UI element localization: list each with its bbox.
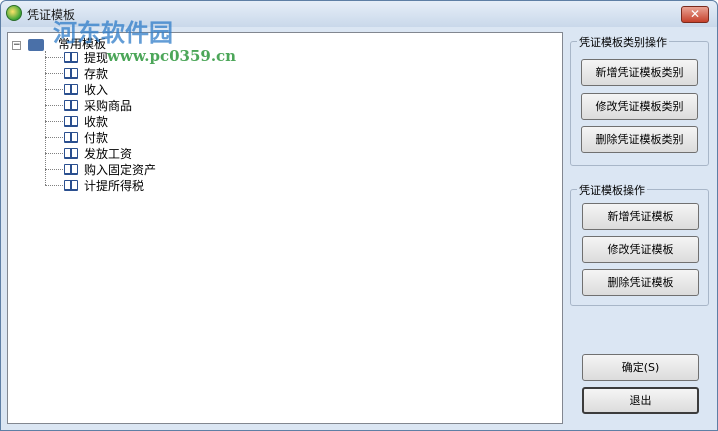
book-icon	[64, 180, 78, 191]
tree-item[interactable]: 收入	[84, 81, 108, 98]
category-operations-group: 凭证模板类别操作 新增凭证模板类别 修改凭证模板类别 删除凭证模板类别	[570, 34, 709, 166]
template-group-title: 凭证模板操作	[577, 182, 647, 198]
tree-branch	[45, 121, 63, 122]
tree-item[interactable]: 提现	[84, 49, 108, 66]
tree-branch	[45, 105, 63, 106]
book-icon	[64, 52, 78, 63]
book-icon	[64, 116, 78, 127]
tree-branch	[45, 89, 63, 90]
tree-branch	[45, 153, 63, 154]
voucher-template-window: 凭证模板 ✕ − 常用模板 提现 存款 收入 采购商品 收款 付款 发放工资 购…	[0, 0, 718, 431]
tree-connector	[45, 51, 46, 185]
book-icon	[64, 164, 78, 175]
tree-item[interactable]: 存款	[84, 65, 108, 82]
watermark-logo: 河东软件园	[53, 19, 173, 47]
app-icon	[6, 5, 22, 21]
book-icon	[64, 84, 78, 95]
tree-item[interactable]: 采购商品	[84, 97, 132, 114]
tree-item[interactable]: 购入固定资产	[84, 161, 156, 178]
folder-icon	[28, 39, 44, 51]
tree-branch	[45, 57, 63, 58]
add-template-button[interactable]: 新增凭证模板	[582, 203, 699, 230]
tree-item[interactable]: 收款	[84, 113, 108, 130]
tree-branch	[45, 137, 63, 138]
delete-template-button[interactable]: 删除凭证模板	[582, 269, 699, 296]
tree-item[interactable]: 计提所得税	[84, 177, 144, 194]
book-icon	[64, 132, 78, 143]
delete-category-button[interactable]: 删除凭证模板类别	[581, 126, 698, 153]
book-icon	[64, 148, 78, 159]
book-icon	[64, 68, 78, 79]
collapse-toggle[interactable]: −	[12, 41, 21, 50]
close-button[interactable]: ✕	[681, 6, 709, 23]
template-operations-group: 凭证模板操作 新增凭证模板 修改凭证模板 删除凭证模板	[570, 182, 709, 306]
category-group-title: 凭证模板类别操作	[577, 34, 669, 50]
ok-button[interactable]: 确定(S)	[582, 354, 699, 381]
template-tree[interactable]: − 常用模板 提现 存款 收入 采购商品 收款 付款 发放工资 购入固定资产 计	[7, 32, 563, 424]
exit-button[interactable]: 退出	[582, 387, 699, 414]
watermark-url: www.pc0359.cn	[107, 47, 237, 65]
edit-category-button[interactable]: 修改凭证模板类别	[581, 93, 698, 120]
tree-item[interactable]: 付款	[84, 129, 108, 146]
tree-branch	[45, 73, 63, 74]
add-category-button[interactable]: 新增凭证模板类别	[581, 59, 698, 86]
book-icon	[64, 100, 78, 111]
tree-branch	[45, 185, 63, 186]
tree-branch	[45, 169, 63, 170]
tree-item[interactable]: 发放工资	[84, 145, 132, 162]
edit-template-button[interactable]: 修改凭证模板	[582, 236, 699, 263]
